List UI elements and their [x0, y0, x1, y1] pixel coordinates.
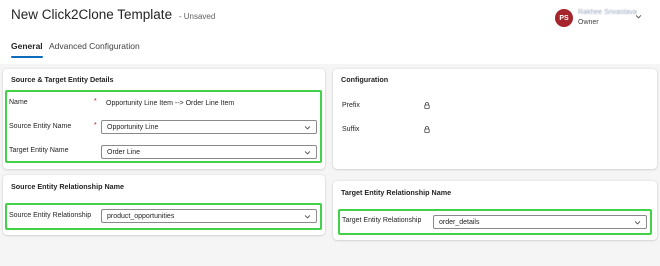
chevron-down-icon: [634, 221, 641, 225]
target-relationship-select[interactable]: order_details: [433, 215, 647, 229]
avatar: PS: [555, 9, 573, 27]
template-title: New Click2Clone Template: [11, 7, 173, 22]
user-name: Rakhee Srivastava: [578, 9, 637, 16]
lock-icon: [424, 102, 430, 109]
prefix-label: Prefix: [342, 102, 360, 109]
source-entity-label: Source Entity Name: [9, 123, 72, 130]
card-title: Target Entity Relationship Name: [341, 188, 452, 197]
source-relationship-select[interactable]: product_opportunities: [101, 209, 317, 223]
source-entity-value: Opportunity Line: [107, 124, 159, 131]
source-entity-select[interactable]: Opportunity Line: [101, 120, 317, 134]
chevron-down-icon: [304, 215, 311, 219]
user-role: Owner: [578, 19, 599, 26]
target-entity-label: Target Entity Name: [9, 147, 69, 154]
chevron-down-icon: [304, 126, 311, 130]
source-relationship-label: Source Entity Relationship: [9, 212, 92, 219]
card-title: Source & Target Entity Details: [11, 75, 114, 84]
required-indicator: *: [94, 122, 97, 129]
page-title: New Click2Clone Template - Unsaved: [11, 7, 215, 22]
save-status: - Unsaved: [178, 12, 216, 21]
suffix-label: Suffix: [342, 126, 360, 133]
name-value: Opportunity Line Item --> Order Line Ite…: [106, 100, 235, 107]
card-title: Source Entity Relationship Name: [11, 182, 125, 191]
configuration-card: Configuration: [333, 69, 657, 169]
header: New Click2Clone Template - Unsaved Gener…: [0, 0, 660, 64]
card-title: Configuration: [341, 75, 389, 84]
target-entity-select[interactable]: Order Line: [101, 145, 317, 159]
source-relationship-value: product_opportunities: [107, 213, 175, 220]
lock-icon: [424, 126, 430, 133]
chevron-down-icon: [304, 151, 311, 155]
tab-advanced-configuration[interactable]: Advanced Configuration: [49, 40, 140, 52]
required-indicator: *: [94, 98, 97, 105]
target-entity-value: Order Line: [107, 149, 141, 156]
chevron-down-icon[interactable]: [635, 13, 642, 20]
tab-general[interactable]: General: [11, 40, 43, 58]
target-relationship-label: Target Entity Relationship: [342, 217, 422, 224]
name-label: Name: [9, 99, 28, 106]
target-relationship-value: order_details: [439, 219, 480, 226]
